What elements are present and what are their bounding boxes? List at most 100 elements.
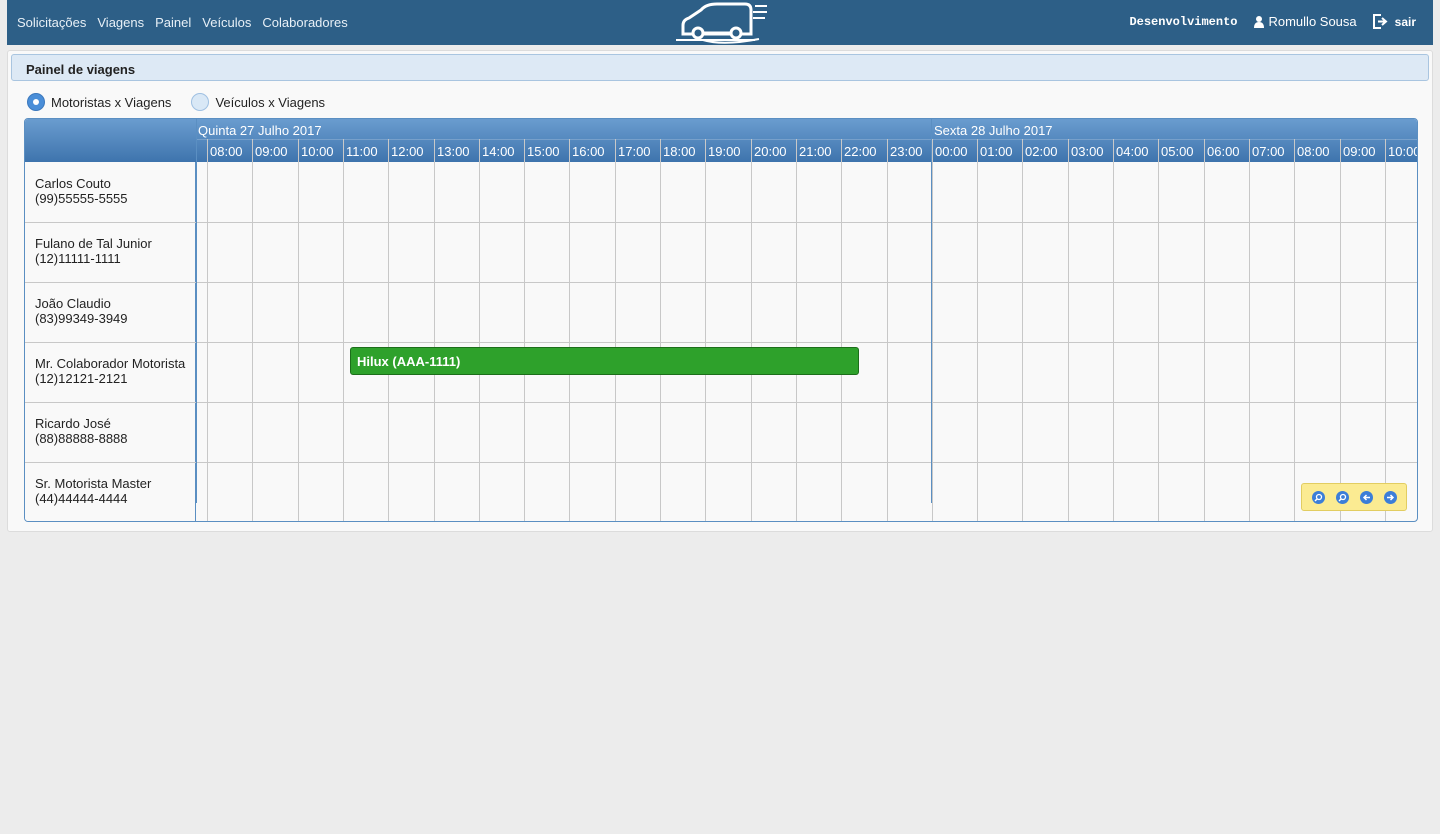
hour-label: 05:00 xyxy=(1161,144,1194,159)
top-navbar: Solicitações Viagens Painel Veículos Col… xyxy=(7,0,1433,45)
hour-label: 11:00 xyxy=(346,144,378,159)
driver-name: Sr. Motorista Master xyxy=(35,476,152,491)
nav-link-veiculos[interactable]: Veículos xyxy=(202,15,251,30)
grid-line xyxy=(434,139,435,521)
grid-line xyxy=(615,139,616,521)
day-label: Quinta 27 Julho 2017 xyxy=(198,123,322,138)
panel-header: Painel de viagens xyxy=(11,54,1429,81)
nav-link-viagens[interactable]: Viagens xyxy=(97,15,144,30)
day-boundary-line xyxy=(931,119,932,503)
grid-line xyxy=(1294,139,1295,521)
radio-drivers-trips[interactable]: Motoristas x Viagens xyxy=(27,93,171,111)
hour-label: 19:00 xyxy=(708,144,741,159)
grid-line xyxy=(751,139,752,521)
driver-phone: (99)55555-5555 xyxy=(35,191,128,206)
hour-label: 03:00 xyxy=(1071,144,1104,159)
grid-line xyxy=(1204,139,1205,521)
main-nav: Solicitações Viagens Painel Veículos Col… xyxy=(17,15,348,30)
row-separator xyxy=(25,222,1417,223)
user-name: Romullo Sousa xyxy=(1268,14,1357,29)
hour-label: 00:00 xyxy=(935,144,968,159)
van-logo-icon[interactable] xyxy=(673,0,767,45)
row-separator xyxy=(25,462,1417,463)
view-toggle: Motoristas x Viagens Veículos x Viagens xyxy=(27,93,345,111)
grid-line xyxy=(1113,139,1114,521)
user-icon xyxy=(1254,15,1265,28)
nav-link-painel[interactable]: Painel xyxy=(155,15,191,30)
environment-label: Desenvolvimento xyxy=(1129,14,1238,29)
driver-name: Carlos Couto xyxy=(35,176,111,191)
zoom-in-icon[interactable] xyxy=(1311,490,1325,504)
hour-label: 17:00 xyxy=(618,144,651,159)
hour-label: 06:00 xyxy=(1207,144,1240,159)
row-separator xyxy=(25,282,1417,283)
logout-label: sair xyxy=(1394,14,1416,29)
driver-row-label: Sr. Motorista Master (44)44444-4444 xyxy=(35,476,151,506)
grid-line xyxy=(252,139,253,521)
hour-label: 16:00 xyxy=(572,144,605,159)
grid-line xyxy=(660,139,661,521)
driver-name: Fulano de Tal Junior xyxy=(35,236,152,251)
driver-name: Mr. Colaborador Motorista xyxy=(35,356,186,371)
logout-icon xyxy=(1372,14,1388,29)
grid-line xyxy=(569,139,570,521)
hour-label: 09:00 xyxy=(255,144,288,159)
driver-name: João Claudio xyxy=(35,296,111,311)
grid-line xyxy=(207,139,208,521)
panel-title: Painel de viagens xyxy=(26,62,136,77)
hour-label: 04:00 xyxy=(1116,144,1149,159)
grid-line xyxy=(479,139,480,521)
grid-line xyxy=(977,139,978,521)
grid-line xyxy=(1340,139,1341,521)
nav-link-colaboradores[interactable]: Colaboradores xyxy=(262,15,347,30)
hour-label: 12:00 xyxy=(391,144,424,159)
driver-row-label: Carlos Couto (99)55555-5555 xyxy=(35,176,128,206)
logout-button[interactable]: sair xyxy=(1372,14,1416,29)
grid-line xyxy=(1385,139,1386,521)
grid-line xyxy=(796,139,797,521)
hour-label: 07:00 xyxy=(1252,144,1285,159)
hour-label: 02:00 xyxy=(1025,144,1058,159)
driver-row-label: Mr. Colaborador Motorista (12)12121-2121 xyxy=(35,356,185,386)
radio-dot[interactable] xyxy=(27,93,45,111)
hour-label: 15:00 xyxy=(527,144,560,159)
grid-line xyxy=(1249,139,1250,521)
hour-label: 22:00 xyxy=(844,144,877,159)
radio-dot[interactable] xyxy=(191,93,210,111)
grid-line xyxy=(1022,139,1023,521)
driver-phone: (88)88888-8888 xyxy=(35,431,128,446)
trip-bar[interactable]: Hilux (AAA-1111) xyxy=(350,347,859,375)
row-separator xyxy=(25,342,1417,343)
driver-phone: (12)11111-1111 xyxy=(35,251,121,266)
grid-line xyxy=(524,139,525,521)
radio-label: Veículos x Viagens xyxy=(215,94,326,110)
radio-label: Motoristas x Viagens xyxy=(51,94,172,110)
driver-row-label: João Claudio (83)99349-3949 xyxy=(35,296,128,326)
hour-label: 20:00 xyxy=(754,144,787,159)
grid-line xyxy=(841,139,842,521)
driver-phone: (12)12121-2121 xyxy=(35,371,128,386)
hour-label: 21:00 xyxy=(799,144,832,159)
column-divider xyxy=(196,119,197,503)
user-menu[interactable]: Romullo Sousa xyxy=(1254,14,1357,29)
zoom-out-icon[interactable] xyxy=(1335,490,1349,504)
nav-link-solicitacoes[interactable]: Solicitações xyxy=(17,15,86,30)
grid-line xyxy=(932,139,933,521)
day-label: Sexta 28 Julho 2017 xyxy=(934,123,1053,138)
trip-label: Hilux (AAA-1111) xyxy=(357,354,461,369)
arrow-left-icon[interactable] xyxy=(1359,490,1373,504)
hour-label: 10:00 xyxy=(1388,144,1418,159)
hour-label: 18:00 xyxy=(663,144,696,159)
hour-label: 01:00 xyxy=(980,144,1013,159)
radio-vehicles-trips[interactable]: Veículos x Viagens xyxy=(191,93,325,111)
hour-label: 23:00 xyxy=(890,144,923,159)
hour-label: 09:00 xyxy=(1343,144,1376,159)
grid-line xyxy=(1158,139,1159,521)
arrow-right-icon[interactable] xyxy=(1383,490,1397,504)
driver-name: Ricardo José xyxy=(35,416,111,431)
driver-row-label: Fulano de Tal Junior (12)11111-1111 xyxy=(35,236,152,266)
hour-label: 10:00 xyxy=(301,144,334,159)
grid-line xyxy=(298,139,299,521)
grid-line xyxy=(343,139,344,521)
hour-label: 14:00 xyxy=(482,144,515,159)
